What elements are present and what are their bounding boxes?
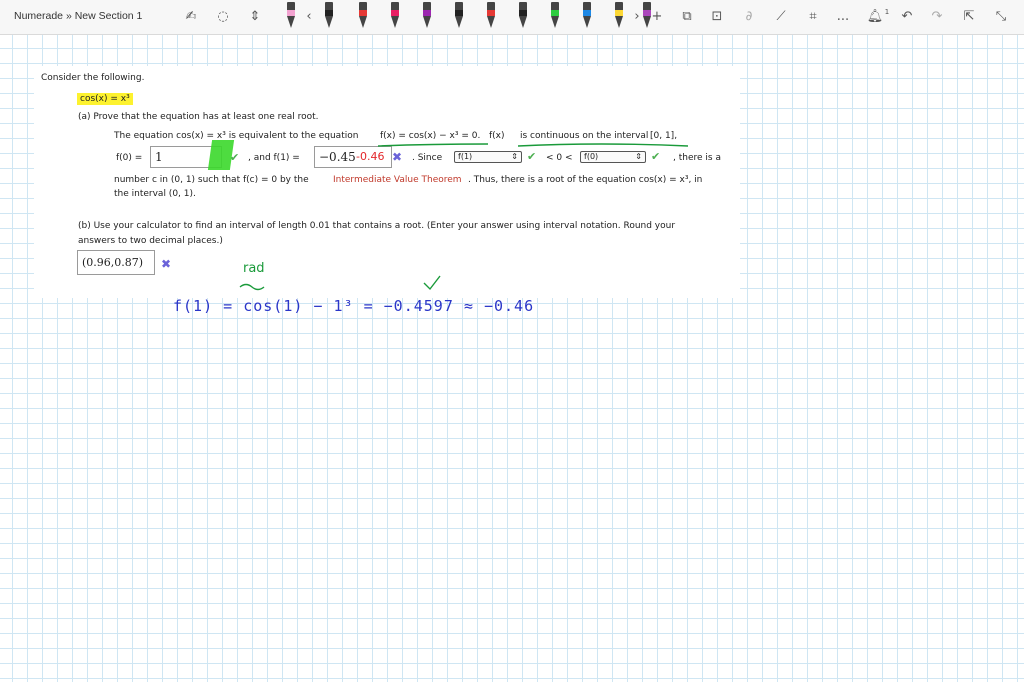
part-b-prompt-1: (b) Use your calculator to find an inter… [78, 221, 676, 231]
select-2[interactable]: f(0) ⇕ [580, 151, 646, 163]
f0-label: f(0) = [116, 153, 143, 163]
equation-highlight: cos(x) = x³ [77, 93, 133, 105]
f1-cross-icon: ✖ [392, 150, 403, 164]
share-icon[interactable]: ⇱ [958, 5, 980, 27]
undo-icon[interactable]: ↶ [896, 5, 918, 27]
pen-7-icon[interactable] [484, 2, 498, 30]
line1-a: The equation cos(x) = x³ is equivalent t… [114, 131, 359, 141]
select-1-arrow-icon: ⇕ [511, 152, 518, 161]
ink-to-text-icon[interactable]: ⊡ [706, 5, 728, 27]
lasso-text-icon[interactable]: ✍ [180, 5, 202, 27]
pen-9-icon[interactable] [548, 2, 562, 30]
select-2-check-icon: ✔ [651, 150, 661, 163]
there-is-label: , there is a [673, 153, 721, 163]
ivt-link[interactable]: Intermediate Value Theorem [333, 175, 462, 185]
part-b-input[interactable]: (0.96,0.87) [77, 250, 155, 275]
ink-to-math-icon[interactable]: ∂ [738, 5, 760, 27]
ruler-icon[interactable]: ⟋ [770, 5, 792, 27]
pen-11-icon[interactable] [612, 2, 626, 30]
pen-8-icon[interactable] [516, 2, 530, 30]
line3-end: . Thus, there is a root of the equation … [468, 175, 703, 185]
select-1-value: f(1) [458, 152, 473, 161]
scroll-left-icon[interactable]: ‹ [298, 5, 320, 27]
notification-count: 1 [884, 8, 890, 16]
intro-text: Consider the following. [41, 73, 145, 83]
lines-icon[interactable]: ⌗ [802, 5, 824, 27]
select-2-arrow-icon: ⇕ [635, 152, 642, 161]
select-1-check-icon: ✔ [527, 150, 537, 163]
lasso-select-icon[interactable]: ◌ [212, 5, 234, 27]
pen-5-icon[interactable] [420, 2, 434, 30]
problem-card: Consider the following. cos(x) = x³ (a) … [34, 66, 740, 298]
part-b-cross-icon: ✖ [161, 257, 172, 271]
more-icon[interactable]: ... [832, 5, 854, 27]
pen-4-icon[interactable] [388, 2, 402, 30]
since-label: . Since [412, 153, 443, 163]
line1-d: is continuous on the interval [520, 131, 649, 141]
ink-to-shape-icon[interactable]: ⧉ [676, 5, 698, 27]
pen-10-icon[interactable] [580, 2, 594, 30]
handwritten-work: f(1) = cos(1) − 1³ = −0.4597 ≈ −0.46 [173, 297, 535, 315]
part-b-prompt-2: answers to two decimal places.) [78, 236, 223, 246]
part-a-prompt: (a) Prove that the equation has at least… [78, 112, 319, 122]
line3: number c in (0, 1) such that f(c) = 0 by… [114, 175, 309, 185]
line1-e: [0, 1], [650, 131, 678, 141]
and-f1-label: , and f(1) = [248, 153, 300, 163]
breadcrumb[interactable]: Numerade » New Section 1 [14, 10, 142, 22]
f0-check-icon: ✔ [230, 151, 240, 164]
f1-red-correction: -0.46 [356, 150, 385, 163]
add-pen-icon[interactable]: + [646, 5, 668, 27]
insert-space-icon[interactable]: ⇕ [244, 5, 266, 27]
pen-3-icon[interactable] [356, 2, 370, 30]
line1-c: f(x) [489, 131, 505, 141]
lt-label: < 0 < [546, 153, 573, 163]
scroll-right-icon[interactable]: › [626, 5, 648, 27]
line4: the interval (0, 1). [114, 189, 196, 199]
collapse-icon[interactable]: ⤡ [990, 5, 1012, 27]
redo-icon[interactable]: ↷ [926, 5, 948, 27]
select-1[interactable]: f(1) ⇕ [454, 151, 522, 163]
rad-note: rad [243, 261, 265, 276]
line1-b: f(x) = cos(x) − x³ = 0. [380, 131, 481, 141]
pen-1-icon[interactable] [284, 2, 298, 30]
pen-2-icon[interactable] [322, 2, 336, 30]
pen-6-icon[interactable] [452, 2, 466, 30]
select-2-value: f(0) [584, 152, 599, 161]
ink-toolbar: Numerade » New Section 1 ✍ ◌ ⇕ ‹ › + ⧉ ⊡… [0, 0, 1024, 35]
